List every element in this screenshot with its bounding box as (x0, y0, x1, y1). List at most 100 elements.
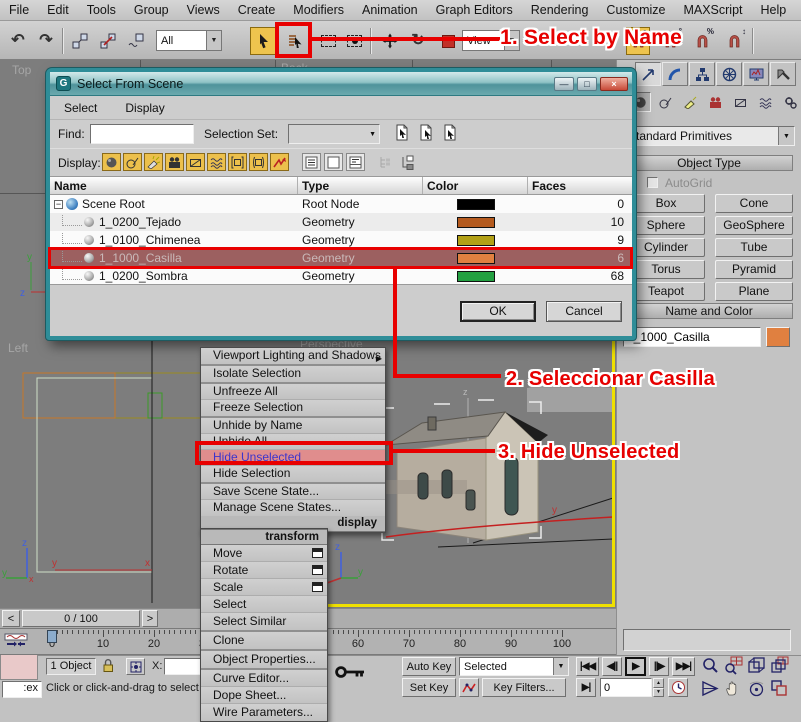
previous-frame-button[interactable]: < (2, 610, 20, 627)
time-configuration-icon[interactable] (668, 678, 688, 697)
menu-item-object-properties[interactable]: Object Properties... (201, 651, 327, 668)
key-mode-dropdown[interactable]: Selected ▼ (459, 657, 569, 676)
maximize-viewport-toggle-icon[interactable] (770, 679, 789, 701)
sfs-shapes-icon[interactable] (123, 153, 142, 171)
dropdown-arrow-icon[interactable]: ▼ (369, 131, 379, 138)
selection-filter-dropdown[interactable]: All▼ (156, 30, 222, 51)
menubar-item-views[interactable]: Views (178, 3, 229, 17)
tab-motion[interactable] (716, 62, 742, 86)
menu-item-rotate[interactable]: Rotate (201, 562, 327, 579)
autogrid-checkbox[interactable] (647, 177, 658, 188)
zoom-extents-icon[interactable] (747, 656, 766, 678)
object-type-button-sphere[interactable]: Sphere (627, 216, 705, 235)
menu-item-scale[interactable]: Scale (201, 579, 327, 596)
maxscript-listener-white[interactable]: :ex (2, 681, 42, 698)
menu-item-isolate-selection[interactable]: Isolate Selection (201, 366, 385, 382)
tab-hierarchy[interactable] (689, 62, 715, 86)
rectangular-selection-region-icon[interactable] (314, 26, 342, 56)
menubar-item-tools[interactable]: Tools (78, 3, 125, 17)
tab-display[interactable] (743, 62, 769, 86)
object-type-button-torus[interactable]: Torus (627, 260, 705, 279)
menu-item-wire-parameters[interactable]: Wire Parameters... (201, 704, 327, 721)
menu-item-clone[interactable]: Clone (201, 632, 327, 649)
category-shapes-icon[interactable] (654, 92, 676, 112)
column-list-icon[interactable] (346, 153, 365, 171)
select-and-rotate-icon[interactable]: ↻ (404, 26, 432, 56)
close-button[interactable]: × (600, 77, 628, 91)
tab-utilities[interactable] (770, 62, 796, 86)
select-and-scale-icon[interactable] (434, 26, 462, 56)
menu-item-viewport-lighting-and-shadows[interactable]: Viewport Lighting and Shadows▶ (201, 348, 385, 364)
set-keys-key-icon[interactable] (334, 662, 366, 685)
tab-modify[interactable] (662, 62, 688, 86)
column-header-color[interactable]: Color (423, 177, 528, 194)
name-color-rollout[interactable]: Name and Color (625, 303, 793, 319)
play-button-icon[interactable]: ▶ (625, 657, 646, 676)
object-type-rollout[interactable]: Object Type (625, 155, 793, 171)
menubar-item-customize[interactable]: Customize (597, 3, 674, 17)
selection-lock-icon[interactable] (102, 657, 115, 676)
bind-to-spacewarp-icon[interactable] (122, 26, 150, 56)
object-type-button-pyramid[interactable]: Pyramid (715, 260, 793, 279)
set-key-button[interactable]: Set Key (402, 678, 456, 697)
go-to-end-icon[interactable]: ▶▶| (672, 657, 695, 676)
x-coordinate-field[interactable] (164, 658, 204, 675)
zoom-icon[interactable] (701, 656, 720, 678)
crossing-selection-icon[interactable] (340, 26, 368, 56)
dialog-menu-display[interactable]: Display (111, 101, 178, 115)
object-type-button-cone[interactable]: Cone (715, 194, 793, 213)
menu-item-unfreeze-all[interactable]: Unfreeze All (201, 384, 385, 400)
category-cameras-icon[interactable] (704, 92, 726, 112)
menu-item-dope-sheet[interactable]: Dope Sheet... (201, 687, 327, 704)
column-header-name[interactable]: Name (50, 177, 298, 194)
find-input[interactable] (90, 124, 194, 144)
menu-item-freeze-selection[interactable]: Freeze Selection (201, 400, 385, 416)
expand-icon[interactable]: − (54, 200, 63, 209)
viewport-label-top[interactable]: Top (12, 63, 31, 77)
menu-item-select-similar[interactable]: Select Similar (201, 613, 327, 630)
mini-curve-editor-icon[interactable] (4, 633, 28, 652)
field-of-view-icon[interactable] (701, 679, 720, 701)
redo-icon[interactable]: ↷ (32, 26, 60, 56)
object-color-swatch[interactable] (766, 327, 790, 347)
menubar-item-graph-editors[interactable]: Graph Editors (427, 3, 522, 17)
unlink-selection-icon[interactable] (94, 26, 122, 56)
selection-set-dropdown[interactable]: ▼ (288, 124, 380, 144)
dropdown-arrow-icon[interactable]: ▼ (553, 658, 568, 675)
menu-item-hide-selection[interactable]: Hide Selection (201, 466, 385, 482)
absolute-offset-toggle-icon[interactable] (126, 658, 145, 675)
spinner-down-icon[interactable]: ▼ (653, 688, 664, 698)
color-swatch[interactable] (457, 271, 495, 282)
menubar-item-maxscript[interactable]: MAXScript (674, 3, 751, 17)
ok-button[interactable]: OK (460, 301, 536, 322)
house-model[interactable]: z y (378, 380, 615, 555)
zoom-extents-all-icon[interactable] (770, 656, 789, 678)
create-selection-set-icon[interactable] (394, 124, 411, 144)
menu-item-save-scene-state[interactable]: Save Scene State... (201, 484, 385, 500)
select-and-link-icon[interactable] (66, 26, 94, 56)
dropdown-arrow-icon[interactable]: ▼ (206, 31, 221, 50)
settings-box-icon[interactable] (312, 582, 323, 592)
primitives-dropdown[interactable]: Standard Primitives ▼ (623, 126, 795, 146)
display-influences-icon[interactable] (398, 154, 417, 171)
sfs-spacewarps-icon[interactable] (207, 153, 226, 171)
subtract-from-selection-set-icon[interactable] (442, 124, 459, 144)
select-and-move-icon[interactable] (376, 26, 404, 56)
dropdown-arrow-icon[interactable]: ▼ (778, 127, 794, 145)
menu-item-unhide-by-name[interactable]: Unhide by Name (201, 418, 385, 434)
sfs-cameras-icon[interactable] (165, 153, 184, 171)
table-row[interactable]: −Scene RootRoot Node0 (50, 195, 632, 213)
menubar-item-rendering[interactable]: Rendering (522, 3, 598, 17)
list-view-icon[interactable] (302, 153, 321, 171)
key-step-toggle-icon[interactable]: ▶| (576, 678, 596, 697)
percent-snap-icon[interactable]: % (688, 26, 716, 56)
sfs-geometry-icon[interactable] (102, 153, 121, 171)
next-frame-icon[interactable]: ||▶ (649, 657, 669, 676)
current-frame-field[interactable] (600, 678, 652, 697)
blank-list-icon[interactable] (324, 153, 343, 171)
object-type-button-geosphere[interactable]: GeoSphere (715, 216, 793, 235)
zoom-all-icon[interactable] (724, 656, 743, 678)
table-row[interactable]: 1_0200_SombraGeometry68 (50, 267, 632, 285)
key-filters-button[interactable]: Key Filters... (482, 678, 566, 697)
sfs-bones-icon[interactable] (270, 153, 289, 171)
